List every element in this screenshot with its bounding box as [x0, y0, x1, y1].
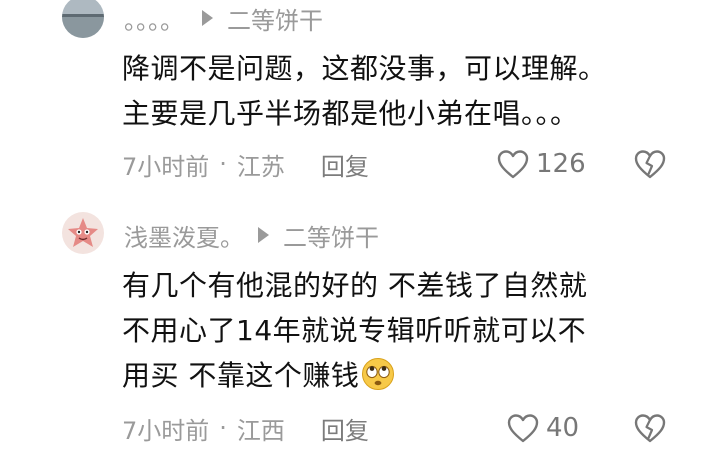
- reply-arrow-icon: [202, 10, 213, 26]
- separator: ·: [219, 414, 227, 442]
- reply-arrow-icon: [258, 227, 269, 243]
- like-button[interactable]: 40: [506, 410, 579, 446]
- comment-line: 有几个有他混的好的 不差钱了自然就: [122, 269, 588, 302]
- like-count: 126: [536, 149, 586, 179]
- reply-to: 二等饼干: [202, 1, 323, 36]
- rolling-eyes-emoji-icon: [362, 358, 395, 390]
- comment-line: 不用心了14年就说专辑听听就可以不: [122, 314, 587, 347]
- comment-line-last: 用买 不靠这个赚钱: [122, 353, 682, 398]
- comment-1: 。。。。 二等饼干 降调不是问题，这都没事，可以理解。 主要是几乎半场都是他小弟…: [0, 0, 713, 200]
- like-button[interactable]: 126: [496, 146, 586, 182]
- timestamp: 7小时前: [122, 416, 210, 445]
- reply-to: 二等饼干: [258, 218, 379, 253]
- avatar[interactable]: [62, 0, 104, 38]
- broken-heart-icon[interactable]: [633, 147, 667, 181]
- location: 江苏: [236, 152, 285, 181]
- location: 江西: [236, 416, 285, 445]
- broken-heart-icon[interactable]: [633, 411, 667, 445]
- reply-button[interactable]: 回复: [321, 147, 369, 182]
- heart-icon: [497, 150, 529, 179]
- like-count: 40: [546, 413, 580, 443]
- reply-button[interactable]: 回复: [321, 411, 369, 446]
- username[interactable]: 浅墨泼夏。: [124, 218, 244, 253]
- comment-line: 主要是几乎半场都是他小弟在唱。。。: [122, 97, 579, 130]
- comment-2: 浅墨泼夏。 二等饼干 有几个有他混的好的 不差钱了自然就 不用心了14年就说专辑…: [0, 200, 713, 457]
- comment-text: 有几个有他混的好的 不差钱了自然就 不用心了14年就说专辑听听就可以不 用买 不…: [122, 263, 682, 398]
- avatar[interactable]: [62, 212, 104, 254]
- comment-header: 。。。。 二等饼干: [124, 1, 323, 36]
- separator: ·: [219, 150, 227, 178]
- comment-header: 浅墨泼夏。 二等饼干: [124, 218, 379, 253]
- username[interactable]: 。。。。: [124, 1, 184, 36]
- reply-to-name[interactable]: 二等饼干: [227, 1, 323, 36]
- timestamp: 7小时前: [122, 152, 210, 181]
- comment-line: 降调不是问题，这都没事，可以理解。: [122, 52, 607, 85]
- heart-icon: [507, 414, 539, 443]
- comment-text: 降调不是问题，这都没事，可以理解。 主要是几乎半场都是他小弟在唱。。。: [122, 46, 682, 136]
- comment-line: 用买 不靠这个赚钱: [122, 359, 360, 392]
- reply-to-name[interactable]: 二等饼干: [283, 218, 379, 253]
- comment-meta: 7小时前 · 江苏 回复: [122, 146, 369, 182]
- comment-meta: 7小时前 · 江西 回复: [122, 410, 369, 446]
